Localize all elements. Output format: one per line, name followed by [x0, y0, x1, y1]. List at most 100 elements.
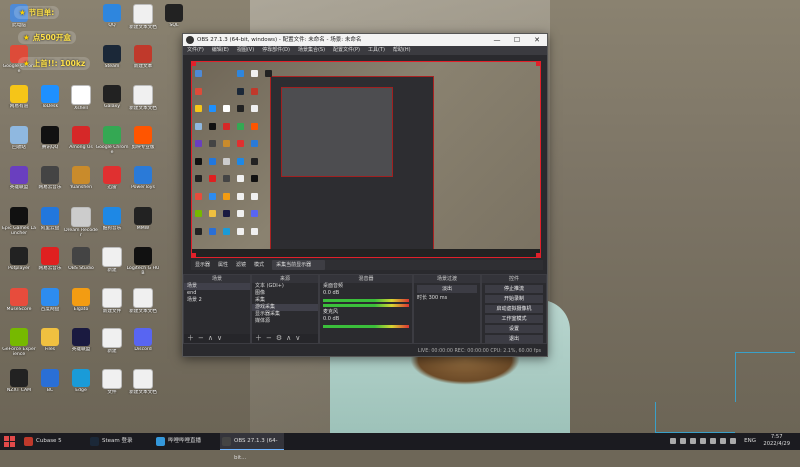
studio-mode-button[interactable]: 工作室模式: [485, 315, 543, 323]
desktop-icon[interactable]: Potplayer: [2, 245, 36, 285]
obs-preview[interactable]: [191, 61, 541, 258]
desktop-icon[interactable]: PowerToys: [126, 164, 160, 204]
desktop-icon[interactable]: 回收站: [2, 124, 36, 164]
desktop-icon[interactable]: Yuanshen: [64, 164, 98, 204]
tray-icon[interactable]: [670, 438, 676, 444]
transition-type-select[interactable]: 淡出: [417, 285, 477, 293]
menu-profile[interactable]: 配置文件(P): [333, 46, 360, 55]
desktop-icon[interactable]: QQ: [95, 2, 129, 42]
desktop-icon[interactable]: Edge: [64, 367, 98, 407]
selection-handle[interactable]: [192, 253, 196, 257]
desktop-icon[interactable]: Files: [33, 326, 67, 366]
selection-handle[interactable]: [192, 62, 196, 66]
desktop-icon[interactable]: Dream Recoder: [64, 205, 98, 245]
desktop-icon[interactable]: MuseScore: [2, 286, 36, 326]
desktop-icon[interactable]: Steam: [95, 43, 129, 83]
desktop-icon[interactable]: Among Us: [64, 124, 98, 164]
menu-docks[interactable]: 停靠部件(D): [262, 46, 290, 55]
desktop-icon[interactable]: 剪映专业版: [126, 124, 160, 164]
scene-item[interactable]: end: [184, 290, 250, 297]
duration-label: 时长: [417, 295, 428, 301]
maximize-button[interactable]: ☐: [507, 34, 527, 46]
desktop-icon[interactable]: 新建文本文档: [126, 286, 160, 326]
desktop-icon[interactable]: Google Chrome: [95, 124, 129, 164]
desktop-icon[interactable]: OBS Studio: [64, 245, 98, 285]
taskbar-item[interactable]: 哔哩哔哩直播: [154, 433, 218, 450]
language-indicator[interactable]: ENG: [744, 433, 756, 450]
duration-input[interactable]: 300 ms: [429, 295, 448, 301]
source-item[interactable]: 游戏采集: [252, 304, 318, 311]
desktop-icon[interactable]: 酷狗音乐: [95, 205, 129, 245]
desktop-icon[interactable]: Elgato: [64, 286, 98, 326]
source-item[interactable]: 显示器采集: [252, 311, 318, 318]
close-button[interactable]: ✕: [527, 34, 547, 46]
tray-icon[interactable]: [680, 438, 686, 444]
desktop-icon[interactable]: 网易有道: [2, 83, 36, 123]
desktop-icon[interactable]: BC: [33, 367, 67, 407]
obs-window[interactable]: OBS 27.1.3 (64-bit, windows) - 配置文件: 未命名…: [182, 33, 548, 357]
scene-item[interactable]: 场景: [184, 283, 250, 290]
sources-footer-buttons[interactable]: ＋−⚙∧∨: [252, 334, 318, 343]
desktop-icon[interactable]: NZXT CAM: [2, 367, 36, 407]
desktop-icon[interactable]: Xshell: [64, 83, 98, 123]
desktop-icon[interactable]: MMW: [126, 205, 160, 245]
desktop-icon[interactable]: 百度网盘: [33, 286, 67, 326]
desktop-icon[interactable]: GeForce Experience: [2, 326, 36, 366]
desktop-icon[interactable]: 网易云音乐: [33, 164, 67, 204]
taskbar-item[interactable]: Cubase 5: [22, 433, 86, 450]
desktop-icon[interactable]: 文件: [95, 367, 129, 407]
menu-edit[interactable]: 编辑(E): [212, 46, 229, 55]
desktop-icon[interactable]: Epic Games Launcher: [2, 205, 36, 245]
menu-help[interactable]: 帮助(H): [393, 46, 411, 55]
tray-icon[interactable]: [700, 438, 706, 444]
settings-button[interactable]: 设置: [485, 325, 543, 333]
clock[interactable]: 7:57 2022/4/29: [763, 434, 790, 448]
virtual-camera-button[interactable]: 启动虚拟摄像机: [485, 305, 543, 313]
desktop-icon[interactable]: 网易云音乐: [33, 245, 67, 285]
start-recording-button[interactable]: 开始录制: [485, 295, 543, 303]
obs-titlebar[interactable]: OBS 27.1.3 (64-bit, windows) - 配置文件: 未命名…: [183, 34, 547, 46]
source-item[interactable]: 文本 (GDI+): [252, 283, 318, 290]
selection-handle[interactable]: [536, 253, 540, 257]
stop-streaming-button[interactable]: 停止推流: [485, 285, 543, 293]
volume-icon[interactable]: [720, 438, 726, 444]
desktop-icon[interactable]: 新建文本文档: [126, 2, 160, 42]
tray-icon[interactable]: [710, 438, 716, 444]
minimize-button[interactable]: —: [487, 34, 507, 46]
source-item[interactable]: 图像: [252, 290, 318, 297]
desktop-icon[interactable]: Logitech G HUB: [126, 245, 160, 285]
exit-button[interactable]: 退出: [485, 335, 543, 343]
desktop-icon[interactable]: 新建文本文档: [126, 83, 160, 123]
properties-button[interactable]: 属性: [218, 260, 228, 270]
mode-select[interactable]: 采集当前显示器: [272, 260, 326, 270]
desktop-icon[interactable]: 迅雷: [95, 164, 129, 204]
network-icon[interactable]: [730, 438, 736, 444]
filters-button[interactable]: 滤镜: [236, 260, 246, 270]
desktop-icon[interactable]: 新建: [95, 326, 129, 366]
taskbar-item[interactable]: Steam 登录: [88, 433, 152, 450]
desktop-icon[interactable]: 新建: [95, 245, 129, 285]
source-item[interactable]: 采集: [252, 297, 318, 304]
desktop-icon[interactable]: 阿里云盘: [33, 205, 67, 245]
scene-item[interactable]: 场景 2: [184, 297, 250, 304]
menu-file[interactable]: 文件(F): [187, 46, 204, 55]
desktop-icon[interactable]: 新建文本文档: [126, 367, 160, 407]
menu-view[interactable]: 视图(V): [237, 46, 254, 55]
scenes-footer-buttons[interactable]: ＋−∧∨: [184, 334, 250, 343]
desktop-icon[interactable]: 英雄联盟: [64, 326, 98, 366]
selection-handle[interactable]: [536, 62, 540, 66]
desktop-icon[interactable]: 新建文件: [95, 286, 129, 326]
tray-icon[interactable]: [690, 438, 696, 444]
baidu-icon: [41, 287, 59, 306]
source-item[interactable]: 媒体源: [252, 318, 318, 325]
desktop-icon[interactable]: ToDesk: [33, 83, 67, 123]
start-button[interactable]: [4, 436, 15, 447]
taskbar-item[interactable]: OBS 27.1.3 (64-bit...: [220, 433, 284, 461]
menu-scene-collection[interactable]: 场景集合(S): [298, 46, 325, 55]
desktop-icon[interactable]: Galaxy: [95, 83, 129, 123]
desktop-icon[interactable]: 英雄联盟: [2, 164, 36, 204]
desktop-icon[interactable]: Discord: [126, 326, 160, 366]
menu-tools[interactable]: 工具(T): [368, 46, 385, 55]
desktop-icon[interactable]: 新建文本: [126, 43, 160, 83]
desktop-icon[interactable]: 腾讯QQ: [33, 124, 67, 164]
